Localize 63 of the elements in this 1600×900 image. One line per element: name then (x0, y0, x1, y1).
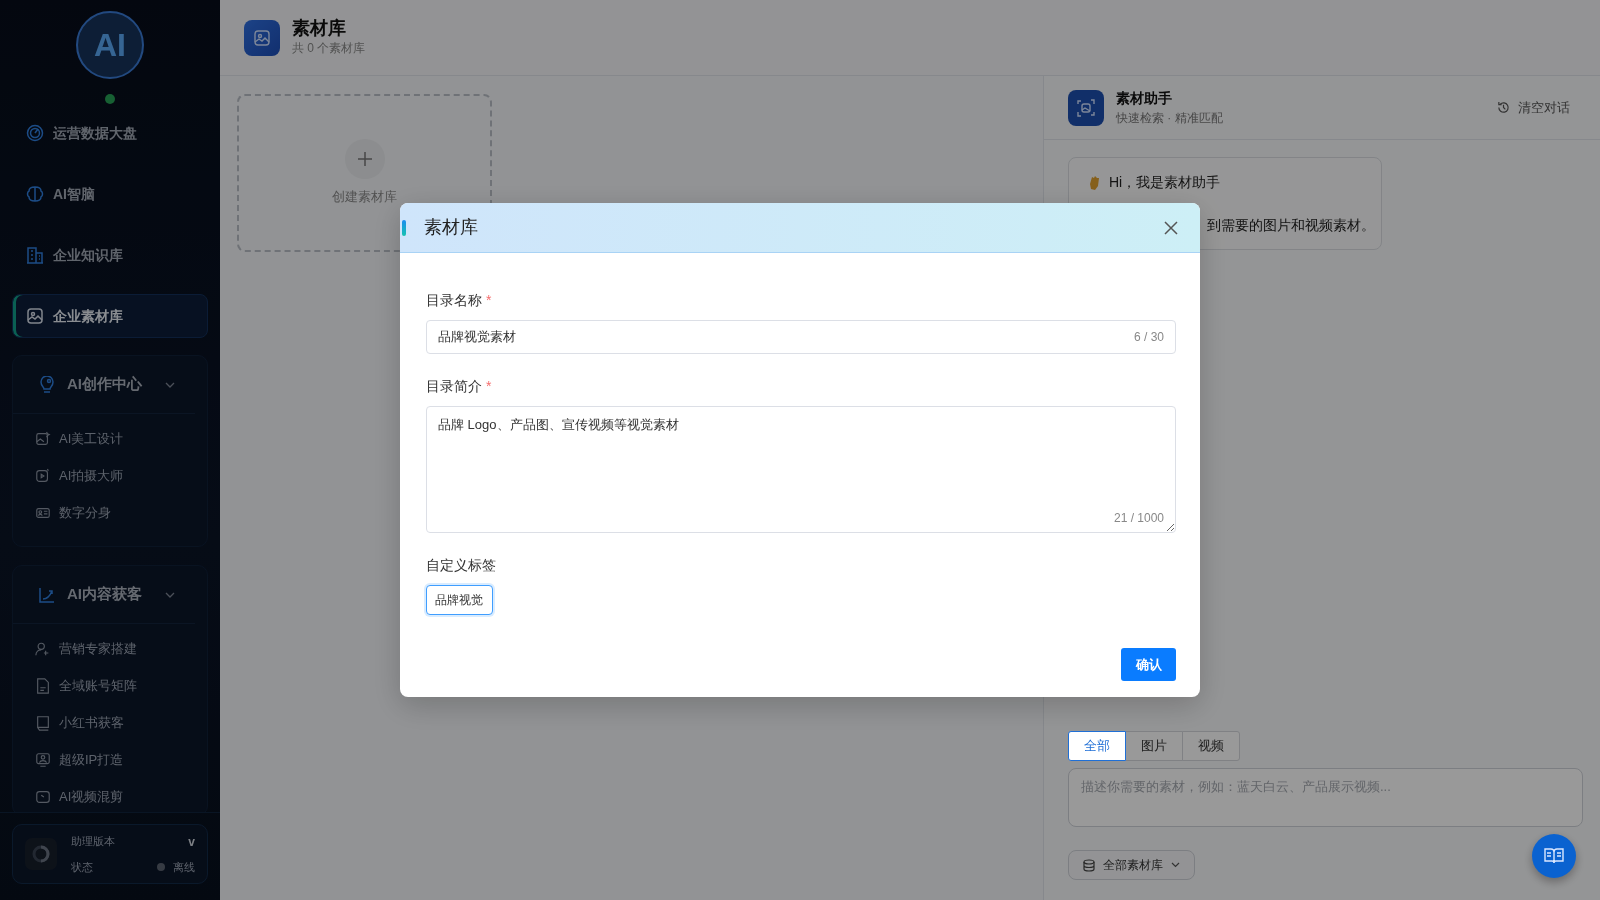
status-value: 离线 (173, 859, 195, 875)
gauge-icon (26, 124, 44, 142)
lightbulb-icon (37, 375, 57, 394)
required-mark: * (486, 292, 492, 308)
filter-tab[interactable]: 视频 (1182, 731, 1240, 761)
field-label: 目录名称 (426, 292, 482, 308)
history-icon (1497, 101, 1510, 114)
book-icon (35, 714, 51, 731)
confirm-button[interactable]: 确认 (1121, 648, 1176, 681)
accent-bar (402, 220, 406, 236)
menu-item[interactable]: AI美工设计 (13, 420, 207, 457)
nav-item[interactable]: 企业知识库 (12, 233, 208, 277)
chart-icon (37, 585, 57, 604)
greeting-text: Hi，我是素材助手 (1109, 173, 1221, 192)
database-icon (1083, 858, 1095, 872)
menu-item[interactable]: AI拍摄大师 (13, 457, 207, 494)
menu-item[interactable]: 超级IP打造 (13, 741, 207, 778)
book-icon (1544, 847, 1564, 865)
menu-item[interactable]: 全域账号矩阵 (13, 667, 207, 704)
menu-item[interactable]: 小红书获客 (13, 704, 207, 741)
char-counter: 21 / 1000 (1113, 510, 1164, 527)
assistant-subtitle: 快速检索 · 精准匹配 (1116, 110, 1223, 127)
page-subtitle: 共 0 个素材库 (292, 40, 366, 58)
char-counter: 6 / 30 (1133, 329, 1164, 346)
image-scan-icon (1068, 89, 1104, 126)
message-text: 到需要的图片和视频素材。 (1207, 217, 1375, 233)
tag-input[interactable]: 品牌视觉 (426, 585, 493, 615)
create-library-label: 创建素材库 (332, 188, 397, 207)
status-label: 状态 (71, 859, 93, 875)
filter-tab[interactable]: 图片 (1125, 731, 1183, 761)
version-label: 助理版本 (71, 833, 115, 849)
document-icon (35, 677, 51, 694)
status-dot-icon (157, 863, 165, 871)
group-header[interactable]: AI内容获客 (13, 566, 195, 624)
menu-item[interactable]: 营销专家搭建 (13, 630, 207, 667)
image-icon (244, 19, 280, 56)
version-value: v (188, 833, 195, 851)
nav-item[interactable]: 运营数据大盘 (12, 111, 208, 155)
group-header[interactable]: AI创作中心 (13, 356, 195, 414)
dialog-title: 素材库 (424, 216, 478, 239)
menu-item[interactable]: 数字分身 (13, 494, 207, 531)
required-mark: * (486, 378, 492, 394)
presenter-icon (35, 751, 51, 768)
caret-icon (1171, 862, 1180, 868)
online-dot (105, 94, 115, 104)
nav-item[interactable]: AI智脑 (12, 172, 208, 216)
field-label: 自定义标签 (426, 556, 497, 575)
field-label: 目录简介 (426, 378, 482, 394)
library-select[interactable]: 全部素材库 (1068, 850, 1195, 880)
nav-item[interactable]: 企业素材库 (12, 294, 208, 338)
brain-icon (26, 185, 44, 203)
close-icon (1164, 221, 1178, 236)
sparkle-image-icon (35, 430, 51, 447)
loading-icon (25, 838, 57, 870)
page-title: 素材库 (292, 17, 347, 40)
assistant-title: 素材助手 (1116, 89, 1173, 108)
clear-chat-button[interactable]: 清空对话 (1491, 96, 1576, 119)
building-icon (26, 246, 44, 264)
menu-item[interactable]: AI视频混剪 (13, 778, 207, 812)
image-icon (26, 307, 44, 325)
user-add-icon (35, 640, 51, 657)
filter-tab[interactable]: 全部 (1068, 731, 1126, 761)
app-logo: AI (76, 11, 144, 79)
